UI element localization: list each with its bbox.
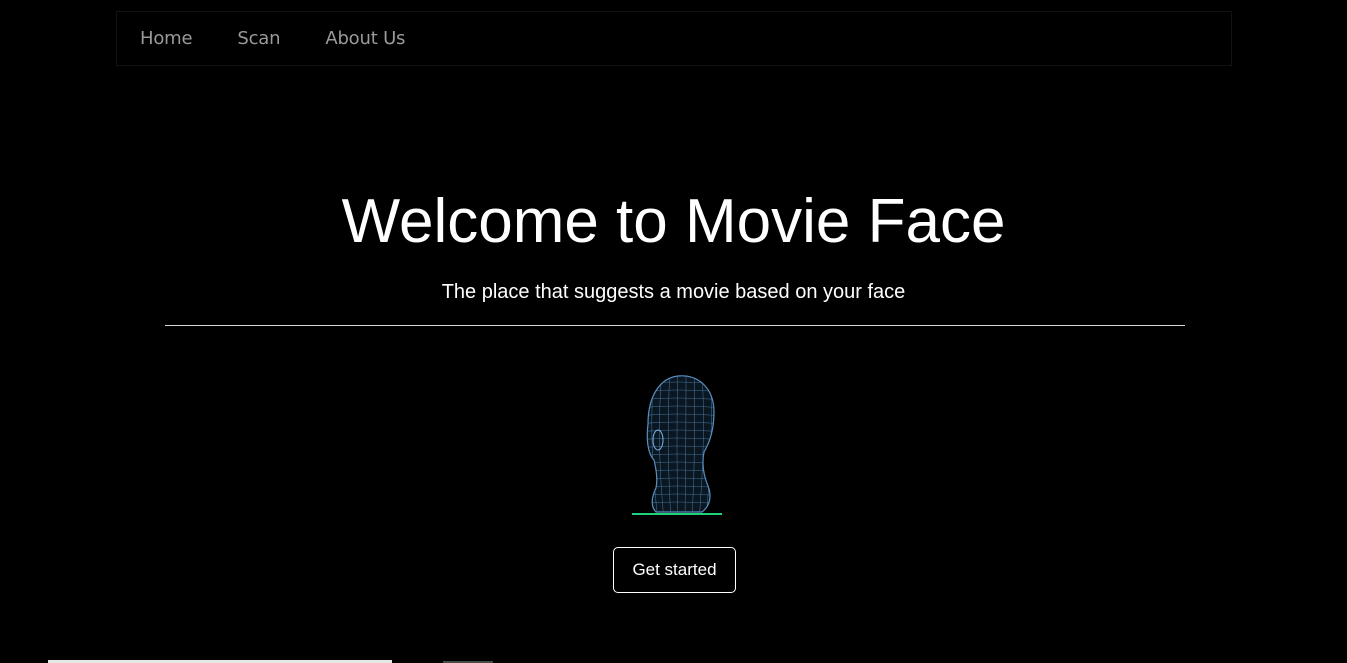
nav-link-about-us[interactable]: About Us [325,28,405,49]
page-title: Welcome to Movie Face [341,187,1006,256]
nav-link-home[interactable]: Home [140,28,193,49]
wireframe-head-icon [632,375,722,515]
top-navbar: Home Scan About Us [116,11,1232,66]
page-subtitle: The place that suggests a movie based on… [441,281,906,303]
get-started-button[interactable]: Get started [613,547,736,593]
nav-link-scan[interactable]: Scan [237,28,280,49]
divider [165,325,1185,326]
